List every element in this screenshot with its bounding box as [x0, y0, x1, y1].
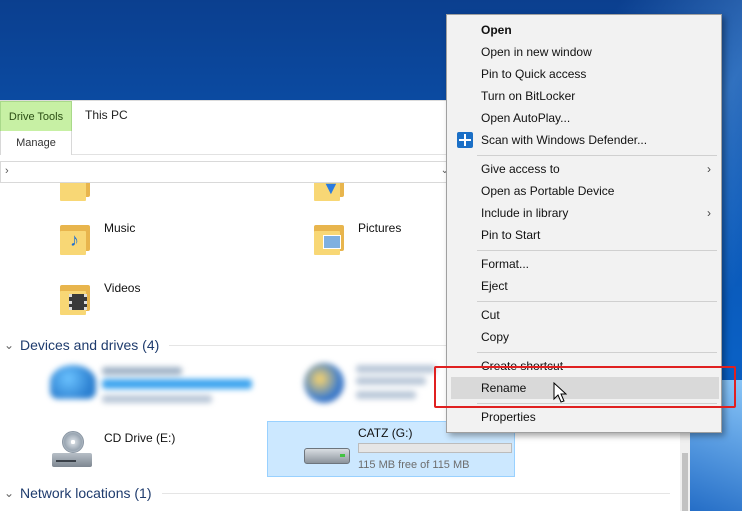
menu-item-label: Cut — [481, 308, 500, 322]
menu-item-label: Copy — [481, 330, 510, 344]
menu-separator — [477, 301, 717, 302]
folder-item-pictures[interactable]: Pictures — [312, 221, 401, 255]
videos-folder-icon — [58, 281, 92, 315]
menu-item-label: Open — [481, 23, 512, 37]
network-section-header[interactable]: ⌄ Network locations (1) — [0, 483, 680, 503]
chevron-down-icon[interactable]: ⌄ — [0, 486, 18, 500]
scrollbar-thumb[interactable] — [682, 453, 688, 511]
menu-item-label: Scan with Windows Defender... — [481, 133, 648, 147]
menu-item-include-library[interactable]: Include in library › — [447, 202, 721, 224]
menu-separator — [477, 352, 717, 353]
menu-item-label: Format... — [481, 257, 530, 271]
menu-item-label: Open in new window — [481, 45, 592, 59]
menu-item-pin-quick-access[interactable]: Pin to Quick access — [447, 63, 721, 85]
blurred-drive-2[interactable] — [304, 363, 454, 407]
menu-item-pin-start[interactable]: Pin to Start — [447, 224, 721, 246]
menu-item-portable-device[interactable]: Open as Portable Device — [447, 180, 721, 202]
menu-separator — [477, 250, 717, 251]
folder-item-videos[interactable]: Videos — [58, 281, 140, 315]
menu-item-label: Pin to Start — [481, 228, 541, 242]
menu-item-label: Properties — [481, 410, 536, 424]
menu-item-eject[interactable]: Eject — [447, 275, 721, 297]
cd-drive-e[interactable]: CD Drive (E:) — [50, 431, 175, 471]
menu-item-label: Turn on BitLocker — [481, 89, 576, 103]
folder-label: Pictures — [358, 221, 402, 235]
drive-label: CD Drive (E:) — [104, 431, 176, 445]
drive-usage-bar — [358, 443, 512, 453]
address-bar[interactable]: › ⌄ — [0, 161, 454, 183]
drive-name: CATZ (G:) — [358, 426, 413, 440]
menu-item-format[interactable]: Format... — [447, 253, 721, 275]
menu-item-label: Include in library — [481, 206, 569, 220]
menu-item-properties[interactable]: Properties — [447, 406, 721, 428]
menu-separator — [477, 155, 717, 156]
usb-drive-icon — [304, 442, 350, 468]
chevron-right-icon[interactable]: › — [5, 165, 9, 177]
menu-item-bitlocker[interactable]: Turn on BitLocker — [447, 85, 721, 107]
folder-label: Videos — [104, 281, 141, 295]
documents-folder-icon — [58, 183, 92, 201]
menu-item-open-new-window[interactable]: Open in new window — [447, 41, 721, 63]
menu-item-autoplay[interactable]: Open AutoPlay... — [447, 107, 721, 129]
downloads-folder[interactable]: ▼ — [312, 183, 346, 201]
pictures-folder-icon — [312, 221, 346, 255]
window-title: This PC — [85, 108, 128, 122]
blurred-drive-1[interactable] — [50, 365, 270, 409]
menu-item-scan-defender[interactable]: Scan with Windows Defender... — [447, 129, 721, 151]
manage-tab[interactable]: Manage — [0, 131, 72, 155]
folder-label: Music — [104, 221, 136, 235]
chevron-right-icon: › — [707, 206, 711, 220]
section-title: Network locations (1) — [20, 485, 152, 501]
documents-folder[interactable] — [58, 183, 92, 201]
menu-item-label: Give access to — [481, 162, 560, 176]
drive-tools-tab[interactable]: Drive Tools — [0, 101, 72, 131]
windows-defender-icon — [457, 132, 473, 148]
chevron-down-icon[interactable]: ⌄ — [0, 338, 18, 352]
drive-free-space: 115 MB free of 115 MB — [358, 459, 470, 471]
folder-item-music[interactable]: ♪ Music — [58, 221, 135, 255]
menu-item-open[interactable]: Open — [447, 19, 721, 41]
menu-item-label: Open AutoPlay... — [481, 111, 571, 125]
menu-item-cut[interactable]: Cut — [447, 304, 721, 326]
menu-item-give-access[interactable]: Give access to › — [447, 158, 721, 180]
menu-item-copy[interactable]: Copy — [447, 326, 721, 348]
menu-item-label: Pin to Quick access — [481, 67, 587, 81]
chevron-right-icon: › — [707, 162, 711, 176]
mouse-pointer-icon — [553, 382, 567, 403]
downloads-folder-icon: ▼ — [312, 183, 346, 201]
rename-highlight-annotation — [434, 366, 736, 408]
menu-item-label: Eject — [481, 279, 508, 293]
cd-drive-icon — [50, 431, 94, 471]
section-title: Devices and drives (4) — [20, 337, 160, 353]
menu-item-label: Open as Portable Device — [481, 184, 615, 198]
music-folder-icon: ♪ — [58, 221, 92, 255]
